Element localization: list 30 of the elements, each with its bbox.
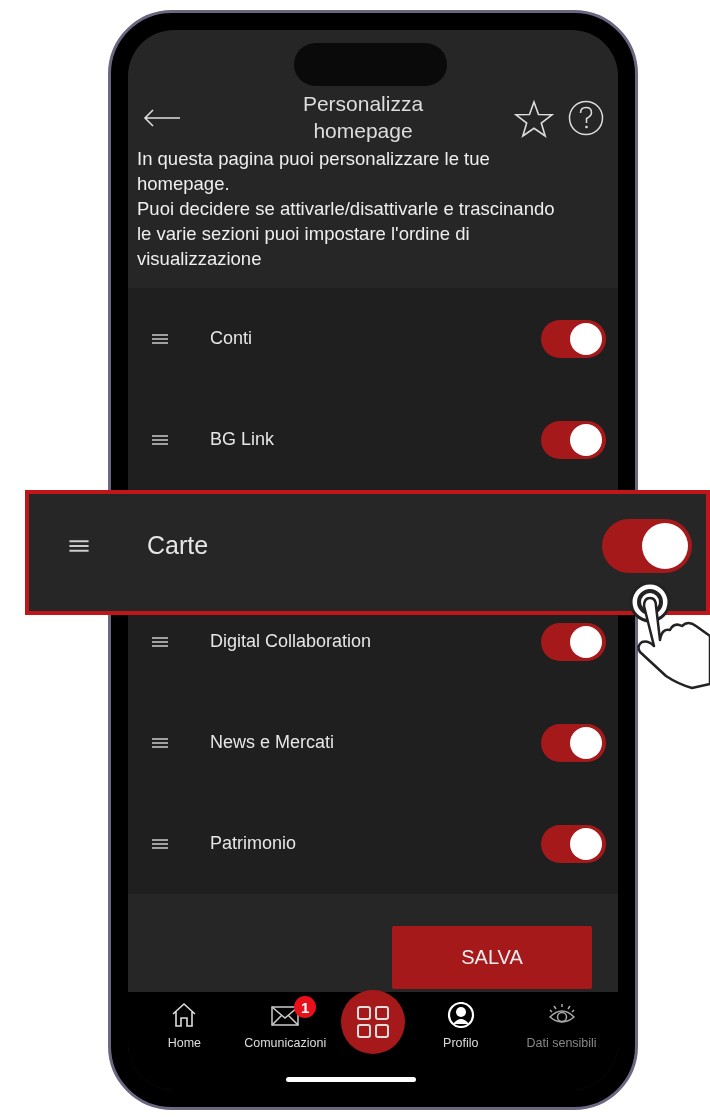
description-text: In questa pagina puoi personalizzare le tue homepage. Puoi decidere se attivarle/disattivarle e trascinando le varie sezioni puoi impostare l'ordine di visualizzazione bbox=[136, 147, 556, 271]
save-button[interactable]: SALVA bbox=[392, 926, 592, 989]
grid-icon bbox=[356, 1005, 390, 1039]
drag-handle-icon[interactable] bbox=[152, 838, 168, 849]
section-label: Carte bbox=[147, 531, 210, 560]
star-icon[interactable] bbox=[514, 100, 554, 138]
toggle-switch[interactable] bbox=[541, 723, 606, 762]
profile-icon bbox=[446, 1002, 475, 1028]
page-title: Personalizza homepage bbox=[301, 91, 425, 144]
tab-bar-item[interactable]: Home bbox=[139, 996, 230, 1050]
toggle-switch[interactable] bbox=[541, 420, 606, 459]
tab-bar-item[interactable]: Profilo bbox=[415, 996, 506, 1050]
section-label: Patrimonio bbox=[210, 833, 298, 854]
section-label: BG Link bbox=[210, 429, 276, 450]
drag-handle-icon[interactable] bbox=[152, 636, 168, 647]
toggle-switch[interactable] bbox=[541, 319, 606, 358]
drag-handle-icon[interactable] bbox=[69, 539, 89, 552]
help-icon[interactable] bbox=[568, 100, 604, 136]
drag-handle-icon[interactable] bbox=[152, 434, 168, 445]
tab-bar-item[interactable]: Comunicazioni 1 bbox=[240, 996, 331, 1050]
section-label: Conti bbox=[210, 328, 254, 349]
toggle-switch[interactable] bbox=[541, 824, 606, 863]
drag-handle-icon[interactable] bbox=[152, 737, 168, 748]
toggle-switch[interactable] bbox=[541, 622, 606, 661]
section-label: Digital Collaboration bbox=[210, 631, 373, 652]
drag-handle-icon[interactable] bbox=[152, 333, 168, 344]
section-label: News e Mercati bbox=[210, 732, 336, 753]
back-arrow-icon[interactable] bbox=[142, 108, 182, 128]
notification-badge: 1 bbox=[294, 996, 317, 1018]
toggle-switch[interactable] bbox=[602, 518, 692, 573]
